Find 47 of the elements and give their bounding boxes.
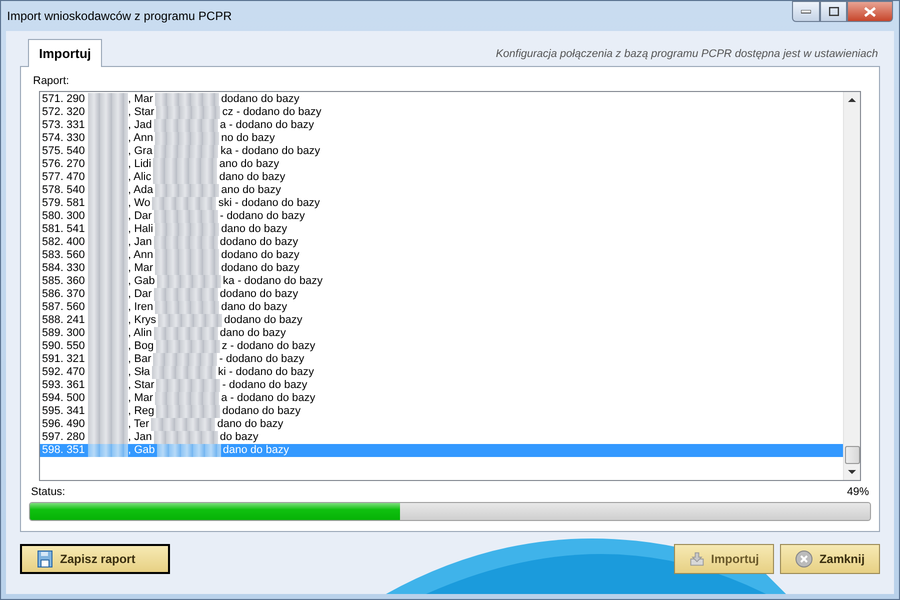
report-row[interactable]: 572. 320 , Star cz - dodano do bazy (40, 106, 843, 119)
report-row[interactable]: 581. 541 , Hali dano do bazy (40, 223, 843, 236)
save-report-button[interactable]: Zapisz raport (20, 544, 170, 574)
window-title: Import wnioskodawców z programu PCPR (7, 9, 232, 23)
download-tray-icon (689, 550, 705, 568)
report-row[interactable]: 596. 490 , Ter dano do bazy (40, 418, 843, 431)
report-row[interactable]: 593. 361 , Star - dodano do bazy (40, 379, 843, 392)
report-row[interactable]: 577. 470 , Alic dano do bazy (40, 171, 843, 184)
status-label: Status: (31, 486, 66, 498)
maximize-icon (828, 7, 838, 16)
report-row[interactable]: 578. 540 , Ada ano do bazy (40, 184, 843, 197)
report-row[interactable]: 586. 370 , Dar dodano do bazy (40, 288, 843, 301)
config-note: Konfiguracja połączenia z bazą programu PCPR dostępna jest w ustawieniach (496, 48, 878, 62)
report-row[interactable]: 591. 321 , Bar - dodano do bazy (40, 353, 843, 366)
maximize-button[interactable] (820, 1, 847, 22)
scroll-up-icon[interactable] (848, 96, 856, 104)
report-row[interactable]: 597. 280 , Jan do bazy (40, 431, 843, 444)
tab[interactable]: Importuj (28, 39, 102, 67)
scroll-down-icon[interactable] (848, 468, 856, 476)
report-row[interactable]: 580. 300 , Dar - dodano do bazy (40, 210, 843, 223)
close-icon (864, 6, 876, 16)
report-row[interactable]: 574. 330 , Ann no do bazy (40, 132, 843, 145)
report-row[interactable]: 588. 241 , Krys dodano do bazy (40, 314, 843, 327)
close-dialog-button[interactable]: Zamknij (780, 544, 880, 574)
report-row[interactable]: 573. 331 , Jad a - dodano do bazy (40, 119, 843, 132)
report-row[interactable]: 571. 290 , Mar dodano do bazy (40, 93, 843, 106)
report-row[interactable]: 582. 400 , Jan dodano do bazy (40, 236, 843, 249)
report-row[interactable]: 576. 270 , Lidi ano do bazy (40, 158, 843, 171)
minimize-icon (801, 10, 811, 14)
report-row[interactable]: 595. 341 , Reg dodano do bazy (40, 405, 843, 418)
report-row[interactable]: 585. 360 , Gab ka - dodano do bazy (40, 275, 843, 288)
report-row[interactable]: 584. 330 , Mar dodano do bazy (40, 262, 843, 275)
report-label: Raport: (33, 75, 70, 87)
report-row[interactable]: 587. 560 , Iren dano do bazy (40, 301, 843, 314)
report-row[interactable]: 583. 560 , Ann dodano do bazy (40, 249, 843, 262)
scrollbar[interactable] (843, 92, 860, 480)
report-row[interactable]: 589. 300 , Alin dano do bazy (40, 327, 843, 340)
report-row[interactable]: 575. 540 , Gra ka - dodano do bazy (40, 145, 843, 158)
report-row[interactable]: 579. 581 , Wo ski - dodano do bazy (40, 197, 843, 210)
status-percent: 49% (846, 486, 869, 498)
minimize-button[interactable] (792, 1, 820, 22)
close-icon (795, 550, 814, 568)
scrollbar-thumb[interactable] (844, 446, 860, 464)
report-row[interactable]: 592. 470 , Sła ki - dodano do bazy (40, 366, 843, 379)
report-row[interactable]: 590. 550 , Bog z - dodano do bazy (40, 340, 843, 353)
report-row[interactable]: 594. 500 , Mar a - dodano do bazy (40, 392, 843, 405)
close-button[interactable] (847, 1, 893, 22)
